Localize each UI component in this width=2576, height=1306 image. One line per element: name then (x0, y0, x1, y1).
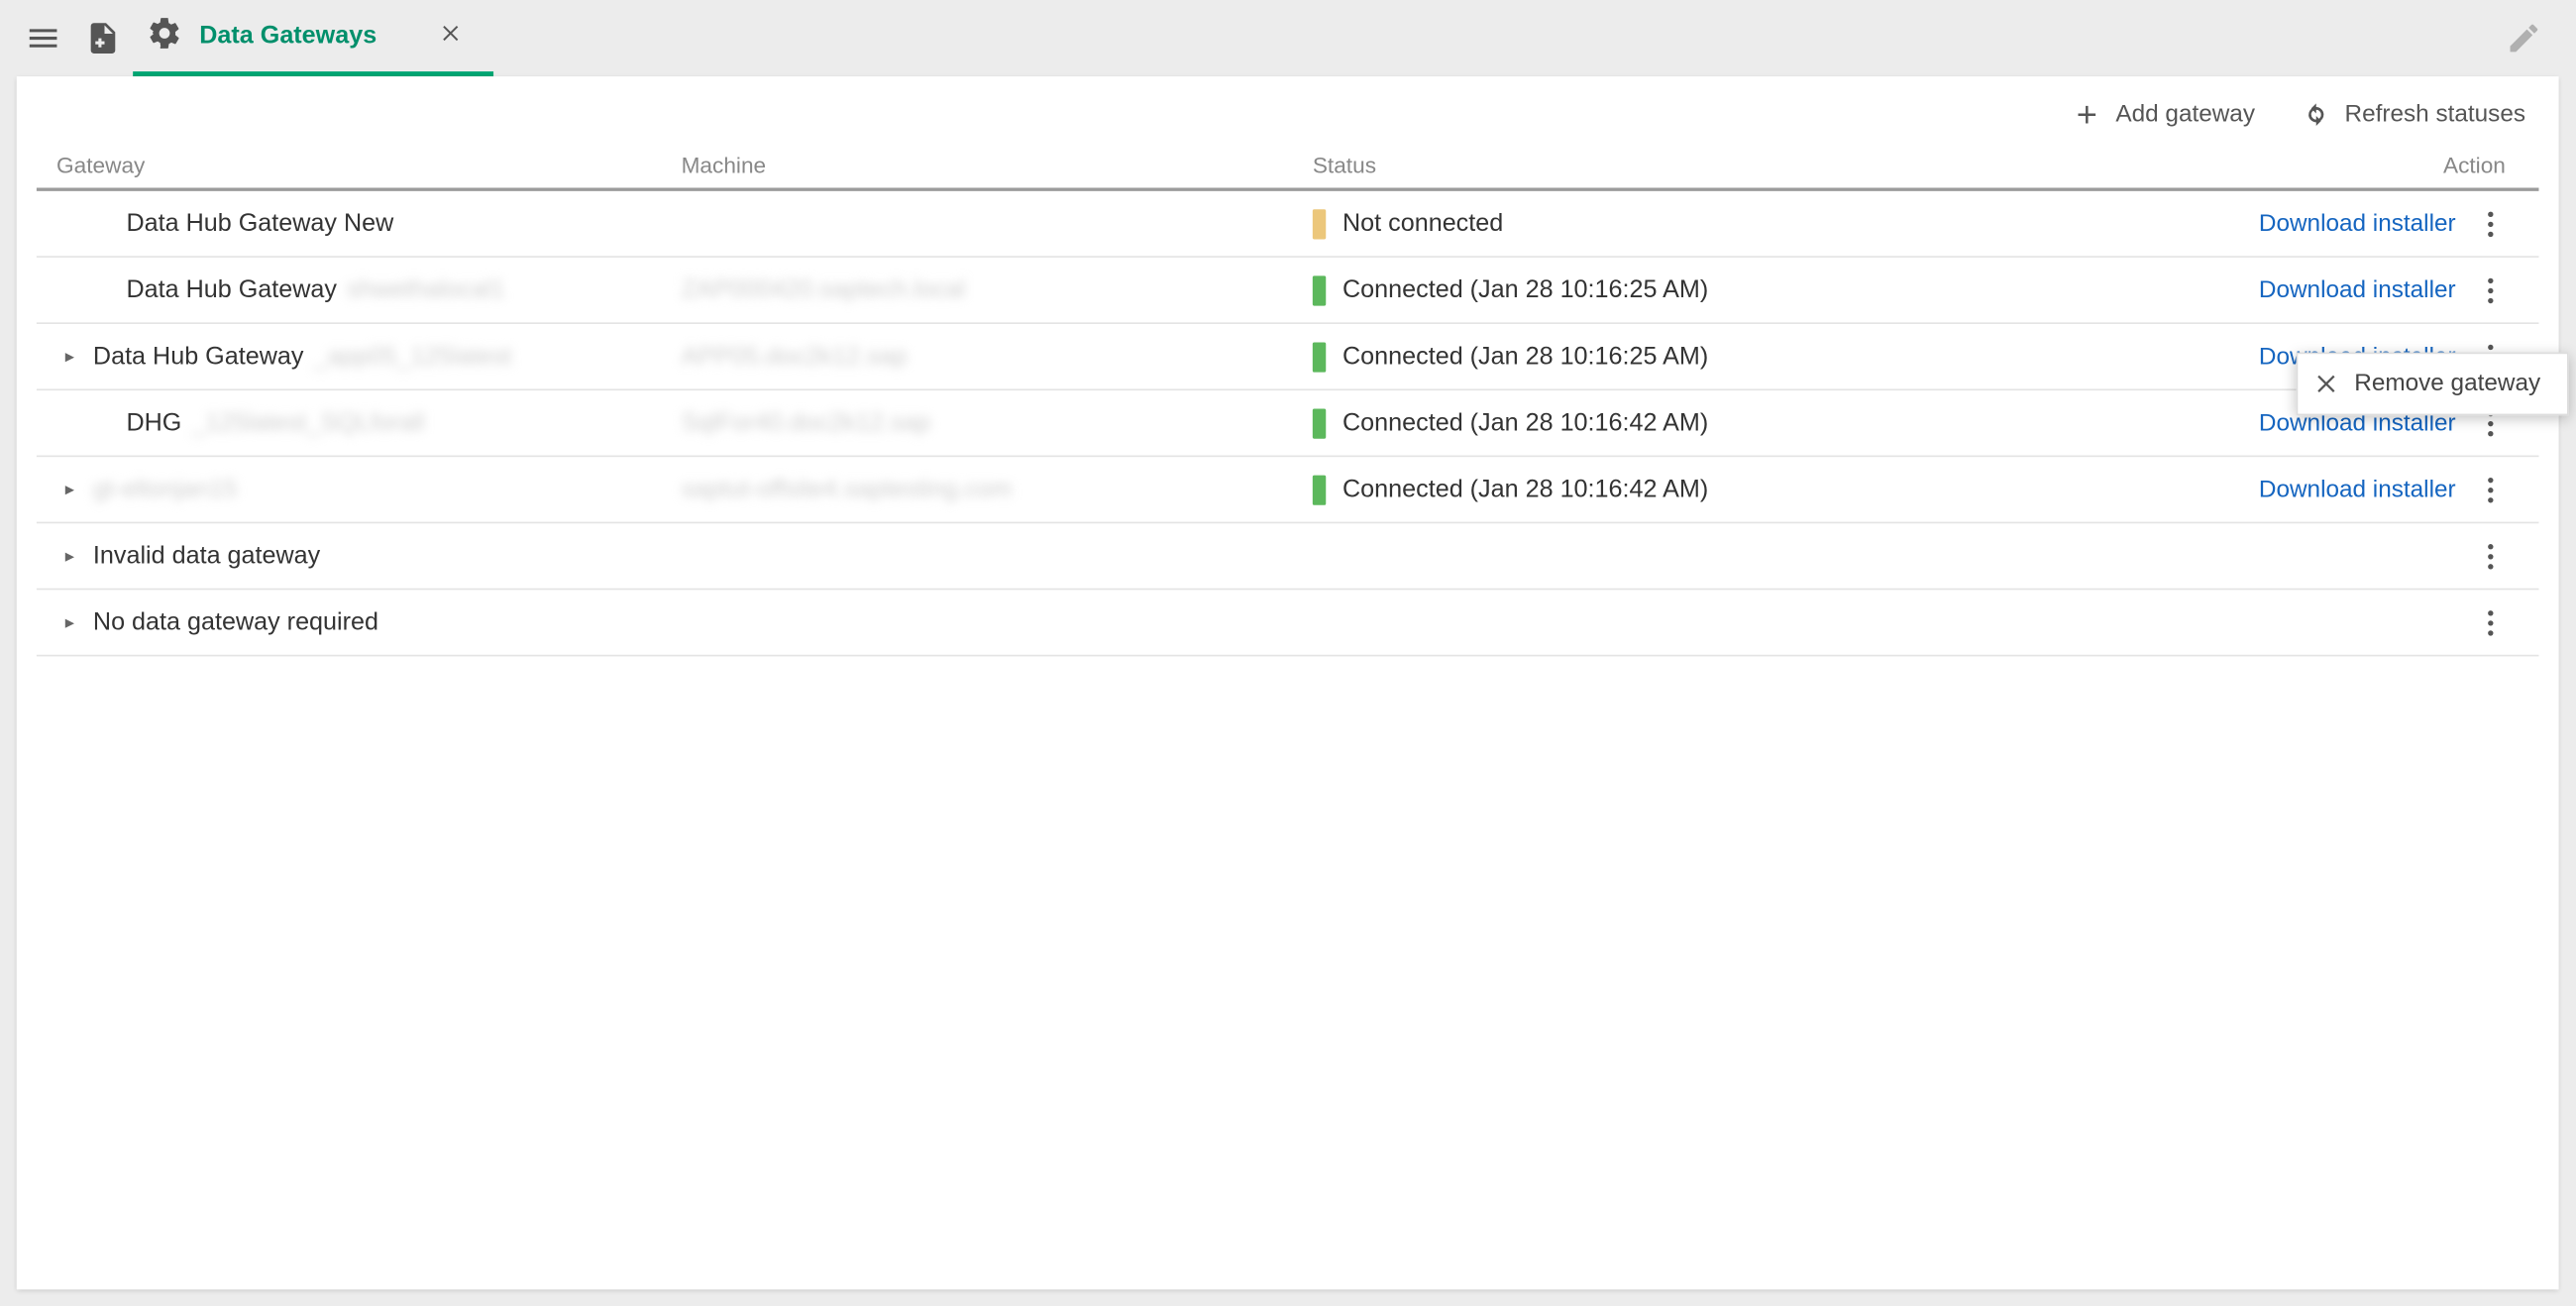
add-gateway-label: Add gateway (2115, 101, 2255, 128)
card-actions: Add gateway Refresh statuses (17, 76, 2559, 136)
status-indicator-icon (1313, 275, 1326, 305)
table-header: Gateway Machine Status Action (37, 143, 2539, 191)
edit-button[interactable] (2503, 8, 2562, 67)
hamburger-icon (25, 20, 61, 56)
cell-status: Connected (Jan 28 10:16:42 AM) (1313, 408, 2194, 438)
cell-action (2194, 541, 2525, 571)
status-text: Connected (Jan 28 10:16:42 AM) (1342, 476, 1708, 504)
cell-action: Download installer (2194, 208, 2525, 238)
row-actions-menu-button[interactable] (2476, 275, 2506, 305)
gateway-name-redacted: gt-eltonjan15 (93, 476, 237, 504)
status-text: Connected (Jan 28 10:16:25 AM) (1342, 342, 1708, 371)
gateway-name: No data gateway required (93, 608, 378, 637)
gateways-table: Gateway Machine Status Action ▸Data Hub … (37, 143, 2539, 656)
kebab-icon (2487, 609, 2494, 636)
cell-status: Not connected (1313, 208, 2194, 238)
status-text: Not connected (1342, 209, 1503, 238)
machine-name-redacted: ZAP000420.saptech.local (682, 275, 966, 304)
machine-name-redacted: SqlFor40.doc2k12.sap (682, 409, 931, 438)
download-installer-link[interactable]: Download installer (2259, 210, 2456, 237)
cell-machine: APP05.doc2k12.sap (682, 342, 1313, 371)
gateway-name: DHG (126, 409, 181, 438)
topbar: Data Gateways (0, 0, 2575, 76)
table-row: ▸Data Hub Gateway New Not connected Downlo… (37, 191, 2539, 258)
kebab-icon (2487, 543, 2494, 570)
cell-action: Download installer (2194, 275, 2525, 305)
download-installer-link[interactable]: Download installer (2259, 476, 2456, 502)
expand-chevron-icon[interactable]: ▸ (56, 543, 83, 570)
cell-gateway: ▸ No data gateway required (50, 608, 681, 637)
cell-status: Connected (Jan 28 10:16:25 AM) (1313, 275, 2194, 305)
status-indicator-icon (1313, 342, 1326, 372)
close-icon (2314, 371, 2341, 397)
tab-close-button[interactable] (440, 21, 463, 51)
cell-gateway: ▸DHG_125latest_SQLforall (50, 409, 681, 438)
cell-gateway: ▸Data Hub Gatewayshwethalocal1 (50, 275, 681, 304)
machine-name-redacted: saptut-offsite4.saptesting.com (682, 476, 1013, 504)
gateway-name: Data Hub Gateway (93, 342, 304, 371)
add-gateway-button[interactable]: Add gateway (2073, 100, 2255, 130)
cell-gateway: ▸ Invalid data gateway (50, 542, 681, 571)
pencil-icon (2506, 20, 2542, 56)
col-header-action: Action (2194, 153, 2525, 177)
table-row: ▸DHG_125latest_SQLforallSqlFor40.doc2k12… (37, 390, 2539, 457)
new-file-button[interactable] (73, 8, 133, 67)
row-actions-menu-button[interactable] (2476, 208, 2506, 238)
kebab-icon (2487, 476, 2494, 502)
col-header-machine: Machine (682, 153, 1313, 177)
row-actions-menu-button[interactable] (2476, 475, 2506, 504)
cell-machine: SqlFor40.doc2k12.sap (682, 409, 1313, 438)
cell-machine: ZAP000420.saptech.local (682, 275, 1313, 304)
gateway-name-redacted: _app05_125latest (314, 342, 512, 371)
kebab-icon (2487, 276, 2494, 303)
tab-title: Data Gateways (199, 22, 376, 51)
table-row: ▸ No data gateway required (37, 590, 2539, 656)
hamburger-menu-button[interactable] (13, 8, 72, 67)
tab-data-gateways[interactable]: Data Gateways (133, 0, 492, 76)
row-actions-menu-button[interactable] (2476, 607, 2506, 637)
table-row: ▸ gt-eltonjan15 saptut-offsite4.saptesting… (37, 457, 2539, 523)
cell-gateway: ▸ Data Hub Gateway _app05_125latest (50, 342, 681, 371)
cell-status: Connected (Jan 28 10:16:42 AM) (1313, 475, 2194, 504)
status-text: Connected (Jan 28 10:16:25 AM) (1342, 275, 1708, 304)
download-installer-link[interactable]: Download installer (2259, 276, 2456, 303)
expand-chevron-icon[interactable]: ▸ (56, 343, 83, 370)
gateway-name: Data Hub Gateway New (126, 209, 393, 238)
cell-status: Connected (Jan 28 10:16:25 AM) (1313, 342, 2194, 372)
gateway-name: Data Hub Gateway (126, 275, 337, 304)
expand-chevron-icon[interactable]: ▸ (56, 476, 83, 502)
expand-chevron-icon[interactable]: ▸ (56, 609, 83, 636)
cell-gateway: ▸Data Hub Gateway New (50, 209, 681, 238)
col-header-status: Status (1313, 153, 2194, 177)
status-text: Connected (Jan 28 10:16:42 AM) (1342, 409, 1708, 438)
remove-gateway-label: Remove gateway (2354, 371, 2540, 397)
cell-action (2194, 607, 2525, 637)
status-indicator-icon (1313, 475, 1326, 504)
col-header-gateway: Gateway (50, 153, 681, 177)
close-icon (440, 21, 463, 44)
table-row: ▸ Data Hub Gateway _app05_125latest APP05.d… (37, 324, 2539, 390)
refresh-statuses-label: Refresh statuses (2345, 101, 2525, 128)
row-actions-menu-button[interactable] (2476, 541, 2506, 571)
cell-gateway: ▸ gt-eltonjan15 (50, 476, 681, 504)
table-row: ▸Data Hub Gatewayshwethalocal1ZAP000420.… (37, 258, 2539, 324)
status-indicator-icon (1313, 408, 1326, 438)
cell-action: Download installer (2194, 475, 2525, 504)
row-context-menu: Remove gateway (2297, 353, 2569, 416)
content-card: Add gateway Refresh statuses Gateway Mac… (17, 76, 2559, 1289)
refresh-icon (2302, 100, 2331, 130)
table-row: ▸ Invalid data gateway (37, 523, 2539, 590)
kebab-icon (2487, 210, 2494, 237)
gateway-name: Invalid data gateway (93, 542, 320, 571)
status-indicator-icon (1313, 208, 1326, 238)
gateway-name-redacted: shwethalocal1 (347, 275, 504, 304)
gateway-name-redacted: _125latest_SQLforall (191, 409, 424, 438)
gear-icon (147, 14, 183, 57)
remove-gateway-menu-item[interactable]: Remove gateway (2298, 361, 2567, 407)
cell-machine: saptut-offsite4.saptesting.com (682, 476, 1313, 504)
machine-name-redacted: APP05.doc2k12.sap (682, 342, 908, 371)
plus-icon (2073, 100, 2102, 130)
refresh-statuses-button[interactable]: Refresh statuses (2302, 100, 2525, 130)
new-file-icon (85, 20, 122, 56)
